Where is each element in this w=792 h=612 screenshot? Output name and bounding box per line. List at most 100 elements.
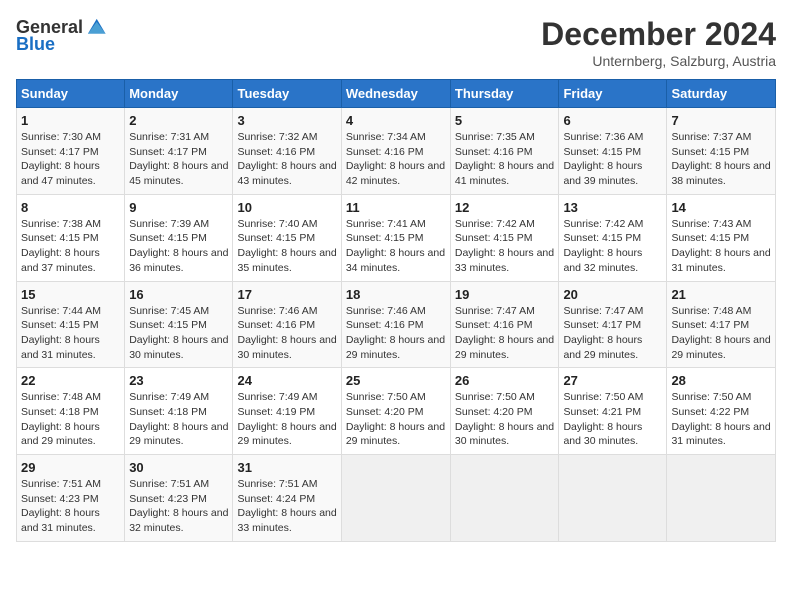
day-number: 20 (563, 287, 662, 302)
calendar-cell: 23 Sunrise: 7:49 AMSunset: 4:18 PMDayligh… (125, 368, 233, 455)
calendar-cell: 3 Sunrise: 7:32 AMSunset: 4:16 PMDaylight… (233, 108, 341, 195)
day-number: 4 (346, 113, 446, 128)
day-number: 19 (455, 287, 555, 302)
day-number: 15 (21, 287, 120, 302)
calendar-cell (450, 455, 559, 542)
calendar-cell: 31Sunrise: 7:51 AMSunset: 4:24 PMDayligh… (233, 455, 341, 542)
day-info: Sunrise: 7:44 AMSunset: 4:15 PMDaylight:… (21, 304, 120, 363)
day-number: 25 (346, 373, 446, 388)
calendar-cell: 5Sunrise: 7:35 AMSunset: 4:16 PMDaylight… (450, 108, 559, 195)
day-number: 22 (21, 373, 120, 388)
calendar-cell: 29Sunrise: 7:51 AMSunset: 4:23 PMDayligh… (17, 455, 125, 542)
calendar-table: SundayMondayTuesdayWednesdayThursdayFrid… (16, 79, 776, 542)
day-number: 24 (237, 373, 336, 388)
calendar-cell: 28 Sunrise: 7:50 AMSunset: 4:22 PMDayligh… (667, 368, 776, 455)
day-info: Sunrise: 7:46 AMSunset: 4:16 PMDaylight:… (237, 304, 336, 363)
day-info: Sunrise: 7:50 AMSunset: 4:22 PMDaylight:… (671, 390, 771, 449)
logo-blue: Blue (16, 34, 55, 55)
calendar-cell: 12 Sunrise: 7:42 AMSunset: 4:15 PMDayligh… (450, 194, 559, 281)
page-header: General Blue December 2024 Unternberg, S… (16, 16, 776, 69)
day-number: 6 (563, 113, 662, 128)
calendar-week-row: 22 Sunrise: 7:48 AMSunset: 4:18 PMDayligh… (17, 368, 776, 455)
day-info: Sunrise: 7:34 AMSunset: 4:16 PMDaylight:… (346, 130, 446, 189)
day-info: Sunrise: 7:36 AMSunset: 4:15 PMDaylight:… (563, 130, 662, 189)
day-info: Sunrise: 7:39 AMSunset: 4:15 PMDaylight:… (129, 217, 228, 276)
calendar-cell: 15 Sunrise: 7:44 AMSunset: 4:15 PMDayligh… (17, 281, 125, 368)
calendar-cell: 24 Sunrise: 7:49 AMSunset: 4:19 PMDayligh… (233, 368, 341, 455)
calendar-cell: 8Sunrise: 7:38 AMSunset: 4:15 PMDaylight… (17, 194, 125, 281)
calendar-cell: 2 Sunrise: 7:31 AMSunset: 4:17 PMDaylight… (125, 108, 233, 195)
day-number: 23 (129, 373, 228, 388)
calendar-cell: 30Sunrise: 7:51 AMSunset: 4:23 PMDayligh… (125, 455, 233, 542)
day-number: 5 (455, 113, 555, 128)
calendar-week-row: 1 Sunrise: 7:30 AMSunset: 4:17 PMDaylight… (17, 108, 776, 195)
calendar-cell: 1 Sunrise: 7:30 AMSunset: 4:17 PMDaylight… (17, 108, 125, 195)
logo-icon (85, 16, 107, 38)
calendar-cell: 7 Sunrise: 7:37 AMSunset: 4:15 PMDaylight… (667, 108, 776, 195)
calendar-cell: 13 Sunrise: 7:42 AMSunset: 4:15 PMDayligh… (559, 194, 667, 281)
day-info: Sunrise: 7:46 AMSunset: 4:16 PMDaylight:… (346, 304, 446, 363)
location-subtitle: Unternberg, Salzburg, Austria (541, 53, 776, 69)
calendar-cell: 10Sunrise: 7:40 AMSunset: 4:15 PMDayligh… (233, 194, 341, 281)
calendar-cell: 22 Sunrise: 7:48 AMSunset: 4:18 PMDayligh… (17, 368, 125, 455)
day-info: Sunrise: 7:31 AMSunset: 4:17 PMDaylight:… (129, 130, 228, 189)
calendar-cell: 20Sunrise: 7:47 AMSunset: 4:17 PMDayligh… (559, 281, 667, 368)
calendar-week-row: 8Sunrise: 7:38 AMSunset: 4:15 PMDaylight… (17, 194, 776, 281)
day-number: 1 (21, 113, 120, 128)
day-number: 27 (563, 373, 662, 388)
calendar-week-row: 29 Sunrise: 7:51 AMSunset: 4:23 PMDayligh… (17, 455, 776, 542)
day-info: Sunrise: 7:49 AMSunset: 4:18 PMDaylight:… (129, 390, 228, 449)
calendar-cell: 14Sunrise: 7:43 AMSunset: 4:15 PMDayligh… (667, 194, 776, 281)
day-number: 2 (129, 113, 228, 128)
day-info: Sunrise: 7:32 AMSunset: 4:16 PMDaylight:… (237, 130, 336, 189)
day-info: Sunrise: 7:42 AMSunset: 4:15 PMDaylight:… (563, 217, 662, 276)
day-number: 17 (237, 287, 336, 302)
calendar-cell: 17 Sunrise: 7:46 AMSunset: 4:16 PMDayligh… (233, 281, 341, 368)
calendar-cell: 18Sunrise: 7:46 AMSunset: 4:16 PMDayligh… (341, 281, 450, 368)
calendar-cell: 4 Sunrise: 7:34 AMSunset: 4:16 PMDaylight… (341, 108, 450, 195)
calendar-cell: 21Sunrise: 7:48 AMSunset: 4:17 PMDayligh… (667, 281, 776, 368)
day-number: 13 (563, 200, 662, 215)
calendar-cell: 16Sunrise: 7:45 AMSunset: 4:15 PMDayligh… (125, 281, 233, 368)
calendar-day-header: Sunday (17, 80, 125, 108)
day-info: Sunrise: 7:49 AMSunset: 4:19 PMDaylight:… (237, 390, 336, 449)
day-number: 11 (346, 200, 446, 215)
day-number: 26 (455, 373, 555, 388)
day-number: 10 (237, 200, 336, 215)
calendar-day-header: Saturday (667, 80, 776, 108)
day-info: Sunrise: 7:37 AMSunset: 4:15 PMDaylight:… (671, 130, 771, 189)
calendar-day-header: Friday (559, 80, 667, 108)
day-number: 29 (21, 460, 120, 475)
day-number: 14 (671, 200, 771, 215)
day-info: Sunrise: 7:41 AMSunset: 4:15 PMDaylight:… (346, 217, 446, 276)
month-title: December 2024 (541, 16, 776, 53)
calendar-day-header: Monday (125, 80, 233, 108)
calendar-week-row: 15 Sunrise: 7:44 AMSunset: 4:15 PMDayligh… (17, 281, 776, 368)
day-info: Sunrise: 7:48 AMSunset: 4:18 PMDaylight:… (21, 390, 120, 449)
calendar-cell (341, 455, 450, 542)
calendar-cell: 11 Sunrise: 7:41 AMSunset: 4:15 PMDayligh… (341, 194, 450, 281)
day-info: Sunrise: 7:47 AMSunset: 4:16 PMDaylight:… (455, 304, 555, 363)
day-number: 7 (671, 113, 771, 128)
day-info: Sunrise: 7:42 AMSunset: 4:15 PMDaylight:… (455, 217, 555, 276)
day-info: Sunrise: 7:51 AMSunset: 4:23 PMDaylight:… (129, 477, 228, 536)
day-info: Sunrise: 7:30 AMSunset: 4:17 PMDaylight:… (21, 130, 120, 189)
day-number: 9 (129, 200, 228, 215)
calendar-cell: 19 Sunrise: 7:47 AMSunset: 4:16 PMDayligh… (450, 281, 559, 368)
calendar-cell: 27 Sunrise: 7:50 AMSunset: 4:21 PMDayligh… (559, 368, 667, 455)
day-number: 8 (21, 200, 120, 215)
day-number: 28 (671, 373, 771, 388)
title-area: December 2024 Unternberg, Salzburg, Aust… (541, 16, 776, 69)
day-info: Sunrise: 7:45 AMSunset: 4:15 PMDaylight:… (129, 304, 228, 363)
day-number: 12 (455, 200, 555, 215)
calendar-cell: 26Sunrise: 7:50 AMSunset: 4:20 PMDayligh… (450, 368, 559, 455)
day-number: 21 (671, 287, 771, 302)
logo: General Blue (16, 16, 107, 55)
day-info: Sunrise: 7:50 AMSunset: 4:21 PMDaylight:… (563, 390, 662, 449)
day-number: 3 (237, 113, 336, 128)
calendar-header-row: SundayMondayTuesdayWednesdayThursdayFrid… (17, 80, 776, 108)
calendar-day-header: Wednesday (341, 80, 450, 108)
calendar-cell: 6 Sunrise: 7:36 AMSunset: 4:15 PMDaylight… (559, 108, 667, 195)
calendar-cell: 9 Sunrise: 7:39 AMSunset: 4:15 PMDaylight… (125, 194, 233, 281)
calendar-day-header: Thursday (450, 80, 559, 108)
